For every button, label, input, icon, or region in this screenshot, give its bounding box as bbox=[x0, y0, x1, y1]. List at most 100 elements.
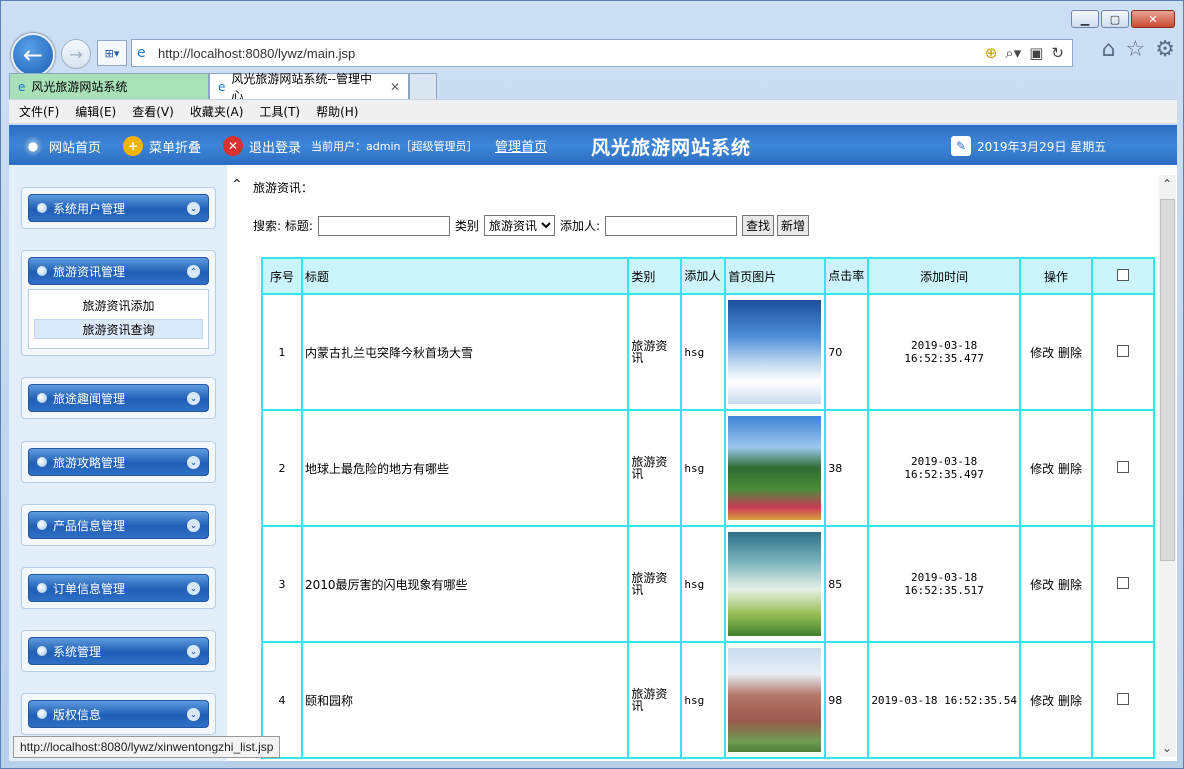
cell-time: 2019-03-18 16:52:35.497 bbox=[867, 409, 1022, 527]
sidebar-label: 产品信息管理 bbox=[53, 518, 126, 533]
bullet-icon bbox=[37, 646, 47, 656]
sidebar-item-copyright[interactable]: 版权信息 ⌄ bbox=[28, 700, 209, 728]
thumbnail-image bbox=[728, 416, 822, 520]
logout-link[interactable]: ✕ 退出登录 bbox=[223, 136, 301, 156]
find-button[interactable]: 查找 bbox=[741, 215, 774, 236]
col-category: 类别 bbox=[627, 257, 683, 295]
collapse-icon: + bbox=[123, 136, 143, 156]
edit-link[interactable]: 修改 bbox=[1030, 462, 1054, 476]
back-button[interactable]: ← bbox=[11, 33, 55, 77]
bullet-icon bbox=[37, 457, 47, 467]
collapse-up-icon[interactable]: ⌃ bbox=[231, 177, 243, 193]
menu-file[interactable]: 文件(F) bbox=[19, 103, 59, 120]
ie-tab-icon: e bbox=[18, 79, 26, 94]
delete-link[interactable]: 删除 bbox=[1058, 694, 1082, 708]
sidebar-item-anecdotes[interactable]: 旅途趣闻管理 ⌄ bbox=[28, 384, 209, 412]
home-icon[interactable]: ⌂ bbox=[1102, 37, 1116, 62]
site-home-label: 网站首页 bbox=[49, 140, 102, 156]
site-home-link[interactable]: ● 网站首页 bbox=[23, 136, 101, 156]
favorites-star-icon[interactable]: ☆ bbox=[1126, 37, 1146, 62]
table-header-row: 序号 标题 类别 添加人 首页图片 点击率 添加时间 操作 bbox=[261, 257, 1155, 295]
submenu-news-add[interactable]: 旅游资讯添加 bbox=[34, 296, 203, 316]
sidebar-label: 订单信息管理 bbox=[53, 581, 126, 596]
breadcrumb: 旅游资讯： bbox=[253, 181, 314, 195]
edit-link[interactable]: 修改 bbox=[1030, 694, 1054, 708]
browser-toolbar-right: ⌂ ☆ ⚙ bbox=[1102, 37, 1175, 62]
close-tab-icon[interactable]: ✕ bbox=[390, 80, 400, 94]
delete-link[interactable]: 删除 bbox=[1058, 346, 1082, 360]
sidebar-item-guides[interactable]: 旅游攻略管理 ⌄ bbox=[28, 448, 209, 476]
add-favorite-icon[interactable]: ⊞▾ bbox=[97, 40, 127, 66]
forward-button[interactable]: → bbox=[61, 39, 91, 69]
row-checkbox[interactable] bbox=[1117, 692, 1129, 705]
cell-title: 2010最厉害的闪电现象有哪些 bbox=[300, 525, 630, 643]
scroll-up-icon[interactable]: ⌃ bbox=[1162, 177, 1172, 191]
admin-home-link[interactable]: 管理首页 bbox=[495, 136, 547, 155]
page-title: 风光旅游网站系统 bbox=[591, 137, 752, 159]
sidebar-item-products[interactable]: 产品信息管理 ⌄ bbox=[28, 511, 209, 539]
sidebar-item-news[interactable]: 旅游资讯管理 ⌃ bbox=[28, 257, 209, 285]
cell-title: 地球上最危险的地方有哪些 bbox=[300, 409, 630, 527]
gear-icon[interactable]: ⚙ bbox=[1155, 37, 1175, 62]
table-row: 3 2010最厉害的闪电现象有哪些 旅游资讯 hsg 85 2019-03-18… bbox=[261, 525, 1155, 643]
chevron-down-icon: ⌄ bbox=[187, 202, 200, 215]
cell-adder: hsg bbox=[680, 293, 727, 411]
menu-favorites[interactable]: 收藏夹(A) bbox=[190, 103, 244, 120]
menu-edit[interactable]: 编辑(E) bbox=[75, 103, 116, 120]
menu-help[interactable]: 帮助(H) bbox=[316, 103, 358, 120]
tab-site[interactable]: e 风光旅游网站系统 bbox=[9, 73, 209, 99]
collapse-label: 菜单折叠 bbox=[149, 140, 202, 156]
vertical-scrollbar[interactable]: ⌃ ⌄ bbox=[1159, 175, 1176, 757]
image-icon[interactable]: ▣ bbox=[1029, 44, 1043, 62]
search-icon[interactable]: ⌕▾ bbox=[1005, 44, 1021, 62]
address-bar[interactable]: e http://localhost:8080/lywz/main.jsp ⊕ … bbox=[131, 39, 1073, 67]
sidebar-item-system[interactable]: 系统管理 ⌄ bbox=[28, 637, 209, 665]
delete-link[interactable]: 删除 bbox=[1058, 462, 1082, 476]
adder-search-input[interactable] bbox=[604, 215, 737, 236]
title-search-input[interactable] bbox=[317, 215, 450, 236]
submenu-news-query[interactable]: 旅游资讯查询 bbox=[34, 319, 203, 339]
scroll-down-icon[interactable]: ⌄ bbox=[1162, 741, 1172, 755]
cell-title: 颐和园称 bbox=[300, 641, 630, 759]
table-body: 1 内蒙古扎兰屯突降今秋首场大雪 旅游资讯 hsg 70 2019-03-18 … bbox=[261, 293, 1155, 759]
menu-tools[interactable]: 工具(T) bbox=[259, 103, 300, 120]
category-select[interactable]: 旅游资讯 bbox=[483, 215, 555, 236]
cell-time: 2019-03-18 16:52:35.477 bbox=[867, 293, 1022, 411]
col-actions: 操作 bbox=[1019, 257, 1093, 295]
refresh-icon[interactable]: ↻ bbox=[1051, 44, 1064, 62]
edit-link[interactable]: 修改 bbox=[1030, 346, 1054, 360]
select-all-checkbox[interactable] bbox=[1117, 268, 1129, 281]
chevron-down-icon: ⌄ bbox=[187, 708, 200, 721]
collapse-menu-link[interactable]: + 菜单折叠 bbox=[123, 136, 201, 156]
delete-link[interactable]: 删除 bbox=[1058, 578, 1082, 592]
sidebar-item-orders[interactable]: 订单信息管理 ⌄ bbox=[28, 574, 209, 602]
chevron-up-icon: ⌃ bbox=[187, 265, 200, 278]
chevron-down-icon: ⌄ bbox=[187, 519, 200, 532]
sidebar-label: 旅游资讯管理 bbox=[53, 264, 126, 279]
row-checkbox[interactable] bbox=[1117, 460, 1129, 473]
sidebar-item-users[interactable]: 系统用户管理 ⌄ bbox=[28, 194, 209, 222]
maximize-button[interactable]: ▢ bbox=[1101, 10, 1129, 28]
compat-icon[interactable]: ⊕ bbox=[985, 44, 998, 62]
address-url[interactable]: http://localhost:8080/lywz/main.jsp bbox=[158, 46, 355, 61]
edit-link[interactable]: 修改 bbox=[1030, 578, 1054, 592]
cell-actions: 修改 删除 bbox=[1019, 641, 1093, 759]
row-checkbox[interactable] bbox=[1117, 344, 1129, 357]
bullet-icon bbox=[37, 709, 47, 719]
scroll-thumb[interactable] bbox=[1160, 199, 1175, 561]
cell-no: 2 bbox=[261, 409, 303, 527]
add-button[interactable]: 新增 bbox=[777, 215, 810, 236]
cell-image bbox=[724, 525, 827, 643]
menu-view[interactable]: 查看(V) bbox=[132, 103, 174, 120]
cell-adder: hsg bbox=[680, 525, 727, 643]
bullet-icon bbox=[37, 393, 47, 403]
browser-window: ▁ ▢ ✕ ← → ⊞▾ e http://localhost:8080/lyw… bbox=[0, 0, 1184, 769]
sidebar-group-products: 产品信息管理 ⌄ bbox=[21, 504, 216, 546]
minimize-button[interactable]: ▁ bbox=[1071, 10, 1099, 28]
close-window-button[interactable]: ✕ bbox=[1131, 10, 1175, 28]
new-tab-button[interactable] bbox=[409, 73, 437, 99]
chevron-down-icon: ⌄ bbox=[187, 582, 200, 595]
row-checkbox[interactable] bbox=[1117, 576, 1129, 589]
col-no: 序号 bbox=[261, 257, 303, 295]
tab-admin[interactable]: e 风光旅游网站系统--管理中心 ✕ bbox=[209, 72, 409, 103]
